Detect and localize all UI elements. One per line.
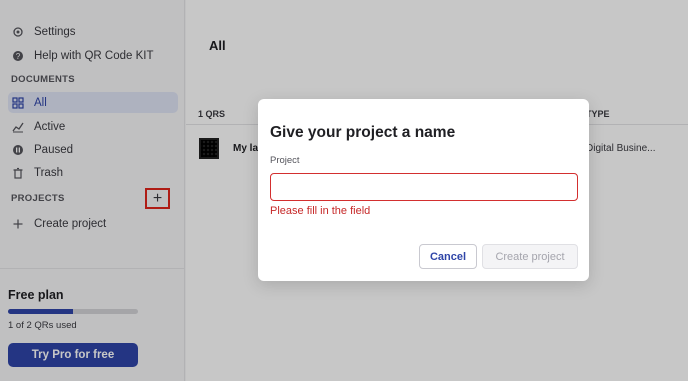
- project-field-label: Project: [270, 155, 300, 166]
- project-name-dialog: Give your project a name Project Please …: [258, 99, 589, 281]
- dialog-title: Give your project a name: [270, 124, 456, 141]
- project-name-input[interactable]: [270, 173, 578, 201]
- cancel-button[interactable]: Cancel: [419, 244, 477, 269]
- create-project-submit-button[interactable]: Create project: [482, 244, 578, 269]
- field-error-message: Please fill in the field: [270, 205, 371, 217]
